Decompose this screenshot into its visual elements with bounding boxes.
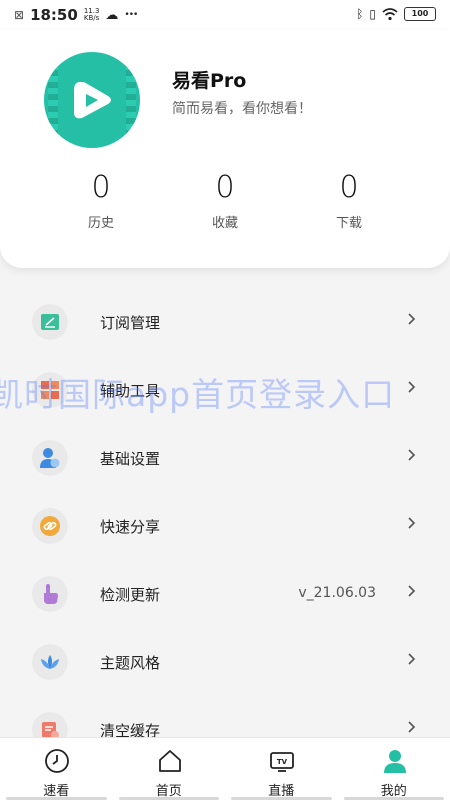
menu-icon-bg xyxy=(32,576,68,612)
stat-downloads-count: 0 xyxy=(339,170,359,205)
menu-item-theme[interactable]: 主题风格 xyxy=(0,634,450,702)
menu-icon-bg xyxy=(32,372,68,408)
menu-label: 检测更新 xyxy=(100,586,161,604)
stat-history-count: 0 xyxy=(91,170,111,205)
chevron-right-icon xyxy=(408,721,416,733)
bottom-nav: 速看 首页 TV 直播 我的 xyxy=(0,737,450,800)
clock-time: 18:50 xyxy=(30,6,78,24)
battery-indicator: 100 xyxy=(404,7,436,21)
play-icon xyxy=(74,82,111,119)
status-bar: ⊠ 18:50 11.3 KB/s ☁ ••• ᛒ ▯ 100 xyxy=(0,0,450,30)
stat-downloads[interactable]: 0 下载 xyxy=(309,170,389,231)
wifi-icon xyxy=(382,8,398,21)
user-icon xyxy=(383,750,406,773)
stat-favorites-label: 收藏 xyxy=(211,216,238,231)
vibrate-icon: ▯ xyxy=(369,7,376,21)
stat-favorites-count: 0 xyxy=(215,170,235,205)
chevron-right-icon xyxy=(408,313,416,325)
nav-item-mine[interactable]: 我的 xyxy=(338,738,450,800)
nav-item-home[interactable]: 首页 xyxy=(113,738,226,800)
menu-item-tools[interactable]: 辅助工具 xyxy=(0,362,450,430)
chevron-right-icon xyxy=(408,449,416,461)
more-notifications: ••• xyxy=(124,10,138,20)
settings-user-icon xyxy=(40,448,60,468)
chevron-right-icon xyxy=(408,517,416,529)
subscription-icon xyxy=(41,314,59,330)
clock-icon xyxy=(45,749,69,773)
menu-icon-bg xyxy=(32,440,68,476)
cloud-icon: ☁ xyxy=(105,7,119,23)
chevron-right-icon xyxy=(408,381,416,393)
network-speed-unit: KB/s xyxy=(83,14,100,22)
stat-downloads-label: 下载 xyxy=(335,216,362,231)
menu-icon-bg xyxy=(32,508,68,544)
svg-text:TV: TV xyxy=(277,758,288,766)
theme-lotus-icon xyxy=(41,655,59,669)
stat-history-label: 历史 xyxy=(87,216,114,231)
menu-item-share[interactable]: 快速分享 xyxy=(0,498,450,566)
network-speed: 11.3 KB/s xyxy=(84,8,100,22)
bluetooth-icon: ᛒ xyxy=(356,7,364,21)
menu-item-settings[interactable]: 基础设置 xyxy=(0,430,450,498)
menu-label: 辅助工具 xyxy=(100,382,161,400)
home-icon xyxy=(158,750,181,772)
menu-icon-bg xyxy=(32,304,68,340)
menu-label: 基础设置 xyxy=(100,450,161,468)
profile-card: 易看Pro 简而易看，看你想看！ 0 历史 0 收藏 0 下载 xyxy=(0,30,450,268)
close-notification-icon: ⊠ xyxy=(14,8,25,22)
chevron-right-icon xyxy=(408,585,416,597)
menu-label: 主题风格 xyxy=(100,654,161,672)
update-hand-icon xyxy=(44,584,58,604)
app-name: 易看Pro xyxy=(172,70,247,92)
app-slogan: 简而易看，看你想看！ xyxy=(172,101,312,117)
tv-icon: TV xyxy=(270,752,294,772)
tools-icon xyxy=(41,381,59,399)
share-link-icon xyxy=(40,516,60,536)
menu-label: 快速分享 xyxy=(100,518,161,536)
stat-history[interactable]: 0 历史 xyxy=(61,170,141,231)
menu-item-subscription[interactable]: 订阅管理 xyxy=(0,294,450,362)
menu-icon-bg xyxy=(32,644,68,680)
chevron-right-icon xyxy=(408,653,416,665)
nav-item-quick-watch[interactable]: 速看 xyxy=(0,738,113,800)
nav-item-live[interactable]: TV 直播 xyxy=(225,738,338,800)
stat-favorites[interactable]: 0 收藏 xyxy=(185,170,265,231)
app-logo xyxy=(44,52,140,148)
version-value: v_21.06.03 xyxy=(298,585,376,601)
menu-label: 订阅管理 xyxy=(100,314,161,332)
menu-item-check-update[interactable]: 检测更新 v_21.06.03 xyxy=(0,566,450,634)
